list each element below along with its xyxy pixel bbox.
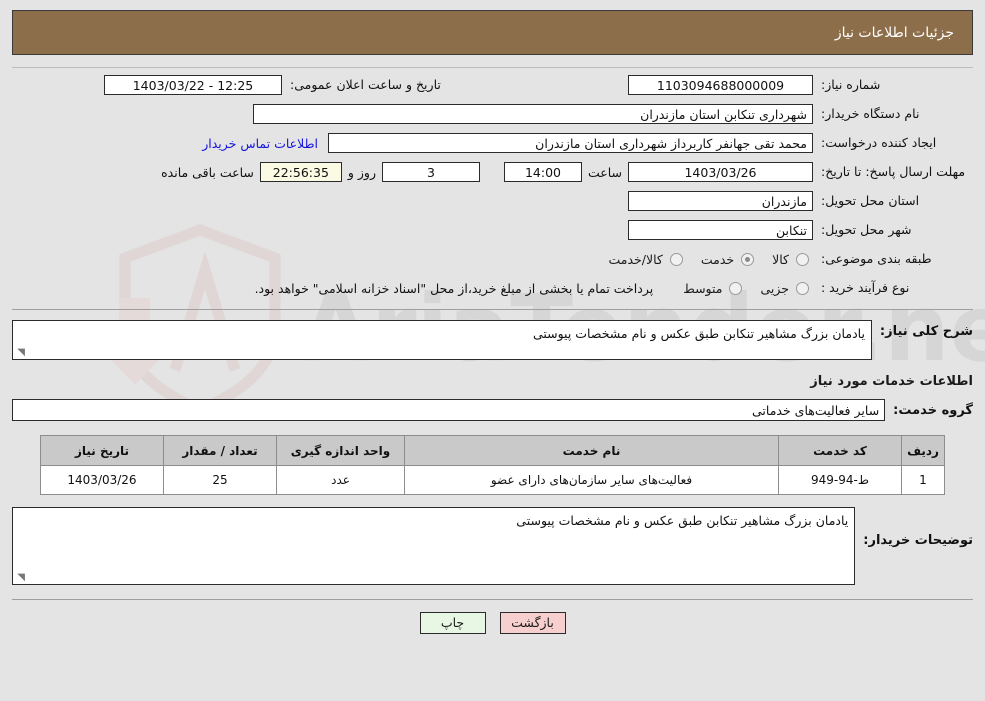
province-label: استان محل تحویل:: [821, 192, 920, 208]
row-province: استان محل تحویل: مازندران: [12, 188, 973, 214]
table-row: 1 ط-94-949 فعالیت‌های سایر سازمان‌های دا…: [40, 465, 945, 495]
row-category: طبقه بندی موضوعی: کالا خدمت کالا/خدمت: [12, 246, 973, 272]
creator-label: ایجاد کننده درخواست:: [821, 134, 937, 150]
col-unit: واحد اندازه گیری: [276, 435, 405, 466]
days-label: روز و: [347, 164, 376, 180]
col-service-name: نام خدمت: [404, 435, 779, 466]
row-buyer-org: نام دستگاه خریدار: شهرداری تنکابن استان …: [12, 101, 973, 127]
creator-field: محمد تقی جهانفر کاربرداز شهرداری استان م…: [328, 133, 813, 153]
city-field: تنکابن: [628, 220, 813, 240]
cell-radif: 1: [901, 465, 945, 495]
radio-category-khedmat[interactable]: [741, 252, 755, 266]
general-description-textarea[interactable]: یادمان بزرگ مشاهیر تنکابن طبق عکس و نام …: [12, 320, 872, 360]
buyer-org-field: شهرداری تنکابن استان مازندران: [253, 104, 813, 124]
service-group-field: سایر فعالیت‌های خدماتی: [12, 399, 886, 421]
resize-grip-icon-notes[interactable]: ◥: [15, 573, 25, 583]
city-label: شهر محل تحویل:: [821, 221, 912, 237]
cell-unit: عدد: [276, 465, 405, 495]
radio-category-kala-label: کالا: [772, 251, 789, 267]
footer-button-bar: بازگشت چاپ: [12, 599, 973, 634]
province-field: مازندران: [628, 191, 813, 211]
page-header-bar: جزئیات اطلاعات نیاز: [12, 10, 973, 55]
need-number-label: شماره نیاز:: [821, 76, 881, 92]
need-details-section: شرح کلی نیاز: یادمان بزرگ مشاهیر تنکابن …: [12, 310, 973, 634]
buyer-notes-label: توضیحات خریدار:: [863, 533, 973, 548]
resize-grip-icon[interactable]: ◥: [15, 348, 25, 358]
general-description-value: یادمان بزرگ مشاهیر تنکابن طبق عکس و نام …: [532, 326, 865, 341]
services-table-wrapper: ردیف کد خدمت نام خدمت واحد اندازه گیری ت…: [40, 435, 945, 495]
col-radif: ردیف: [901, 435, 945, 466]
row-process-type: نوع فرآیند خرید : جزیی متوسط پرداخت تمام…: [12, 275, 973, 301]
cell-service-name: فعالیت‌های سایر سازمان‌های دارای عضو: [404, 465, 779, 495]
row-city: شهر محل تحویل: تنکابن: [12, 217, 973, 243]
buyer-org-label: نام دستگاه خریدار:: [821, 105, 920, 121]
radio-category-kala-khedmat-label: کالا/خدمت: [608, 251, 663, 267]
deadline-date-field: 1403/03/26: [628, 162, 813, 182]
radio-category-kala[interactable]: [796, 252, 809, 266]
page-title: جزئیات اطلاعات نیاز: [834, 24, 954, 41]
radio-process-jozei[interactable]: [796, 281, 809, 295]
remaining-label: ساعت باقی مانده: [161, 164, 254, 180]
col-need-date: تاریخ نیاز: [40, 435, 164, 466]
payment-note: پرداخت تمام یا بخشی از مبلغ خرید،از محل …: [254, 280, 654, 296]
service-group-label: گروه خدمت:: [893, 402, 973, 418]
category-label: طبقه بندی موضوعی:: [821, 250, 932, 266]
row-general-description: شرح کلی نیاز: یادمان بزرگ مشاهیر تنکابن …: [12, 320, 973, 360]
radio-process-motavaset[interactable]: [729, 281, 743, 295]
announce-date-label: تاریخ و ساعت اعلان عمومی:: [290, 76, 441, 92]
col-quantity: تعداد / مقدار: [163, 435, 277, 466]
buyer-notes-textarea[interactable]: یادمان بزرگ مشاهیر تنکابن طبق عکس و نام …: [12, 507, 856, 585]
radio-process-jozei-label: جزیی: [760, 280, 789, 296]
row-deadline: مهلت ارسال پاسخ: تا تاریخ: 1403/03/26 سا…: [12, 159, 973, 185]
hour-label: ساعت: [587, 164, 622, 180]
services-table: ردیف کد خدمت نام خدمت واحد اندازه گیری ت…: [40, 435, 945, 495]
radio-category-kala-khedmat[interactable]: [669, 252, 683, 266]
need-number-field: 1103094688000009: [628, 75, 813, 95]
process-type-label: نوع فرآیند خرید :: [821, 279, 910, 295]
row-need-number: شماره نیاز: 1103094688000009 تاریخ و ساع…: [12, 72, 973, 98]
cell-quantity: 25: [163, 465, 277, 495]
cell-service-code: ط-94-949: [778, 465, 902, 495]
deadline-time-field: 14:00: [503, 162, 582, 182]
buyer-notes-value: یادمان بزرگ مشاهیر تنکابن طبق عکس و نام …: [516, 513, 849, 528]
back-button[interactable]: بازگشت: [499, 612, 566, 634]
general-description-label: شرح کلی نیاز:: [879, 324, 973, 339]
days-remaining-field: 3: [381, 162, 480, 182]
row-creator: ایجاد کننده درخواست: محمد تقی جهانفر کار…: [12, 130, 973, 156]
row-buyer-notes: توضیحات خریدار: یادمان بزرگ مشاهیر تنکاب…: [12, 507, 973, 585]
print-button[interactable]: چاپ: [419, 612, 486, 634]
buyer-contact-link[interactable]: اطلاعات تماس خریدار: [202, 136, 318, 151]
cell-need-date: 1403/03/26: [40, 465, 164, 495]
need-info-panel: شماره نیاز: 1103094688000009 تاریخ و ساع…: [12, 67, 973, 310]
col-service-code: کد خدمت: [778, 435, 902, 466]
deadline-label: مهلت ارسال پاسخ: تا تاریخ:: [821, 163, 966, 179]
row-service-group: گروه خدمت: سایر فعالیت‌های خدماتی: [12, 399, 973, 421]
announce-date-field: 12:25 - 1403/03/22: [104, 75, 282, 95]
services-section-title: اطلاعات خدمات مورد نیاز: [810, 374, 973, 389]
radio-category-khedmat-label: خدمت: [700, 251, 735, 267]
table-header-row: ردیف کد خدمت نام خدمت واحد اندازه گیری ت…: [40, 435, 945, 466]
radio-process-motavaset-label: متوسط: [683, 280, 723, 296]
countdown-timer: 22:56:35: [259, 162, 342, 182]
